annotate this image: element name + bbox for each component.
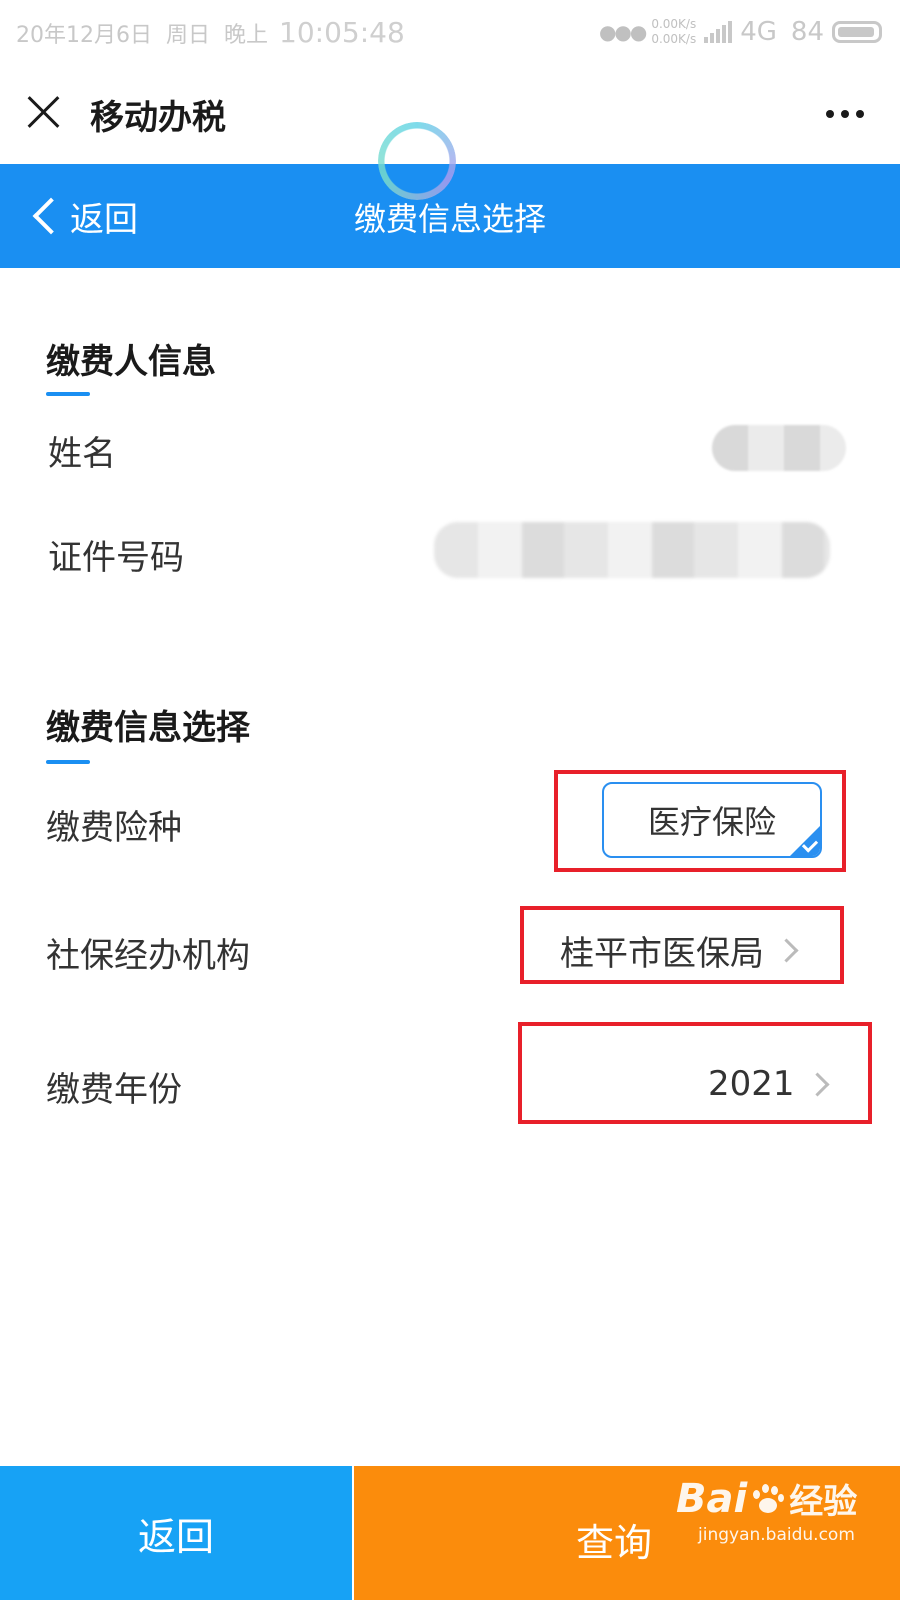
watermark-logo: Bai 经验: [676, 1474, 857, 1523]
watermark-url: jingyan.baidu.com: [698, 1525, 855, 1545]
back-button-label: 返回: [137, 1514, 214, 1559]
chevron-right-icon: [805, 1071, 830, 1097]
insurance-option-selected[interactable]: 医疗保险: [602, 782, 822, 858]
agency-select[interactable]: 桂平市医保局: [560, 926, 799, 975]
status-period: 晚上: [224, 23, 269, 48]
year-value: 2021: [708, 1064, 795, 1104]
check-corner-icon: [790, 826, 820, 856]
payer-section-title: 缴费人信息: [46, 342, 216, 382]
id-label: 证件号码: [48, 538, 184, 578]
agency-value: 桂平市医保局: [560, 934, 764, 974]
insurance-value: 医疗保险: [647, 803, 776, 841]
close-icon[interactable]: [26, 94, 62, 130]
network-type: 4G: [740, 17, 777, 47]
status-weekday: 周日: [166, 23, 211, 48]
dots-icon: ●●●: [598, 20, 647, 44]
id-value-redacted: [434, 522, 830, 578]
status-datetime: 20年12月6日 周日 晚上 10:05:48: [16, 16, 405, 49]
battery-icon: [832, 21, 882, 43]
paw-icon: [751, 1483, 785, 1514]
watermark-brand-right: 经验: [789, 1482, 858, 1522]
year-select[interactable]: 2021: [708, 1064, 830, 1104]
baidu-watermark: Bai 经验 jingyan.baidu.com: [676, 1474, 857, 1546]
status-time: 10:05:48: [279, 16, 405, 49]
watermark-brand-left: Bai: [676, 1475, 748, 1522]
section-underline: [46, 392, 90, 396]
section-underline: [46, 760, 90, 764]
net-speed-down: 0.00K/s: [651, 32, 697, 46]
back-button[interactable]: 返回: [0, 1466, 352, 1600]
payment-section-title: 缴费信息选择: [46, 708, 250, 748]
loading-spinner-icon: [378, 122, 456, 200]
status-indicators: ●●● 0.00K/s 0.00K/s 4G 84: [599, 12, 882, 52]
chevron-right-icon: [774, 938, 799, 963]
status-date: 20年12月6日: [16, 23, 152, 48]
net-speed-up: 0.00K/s: [651, 17, 697, 31]
name-label: 姓名: [48, 434, 116, 474]
signal-icon: [704, 21, 734, 43]
net-speed: 0.00K/s 0.00K/s: [651, 17, 696, 47]
status-bar: 20年12月6日 周日 晚上 10:05:48 ●●● 0.00K/s 0.00…: [0, 0, 900, 64]
year-label: 缴费年份: [46, 1070, 182, 1110]
insurance-label: 缴费险种: [46, 808, 182, 848]
app-title: 移动办税: [90, 98, 226, 138]
name-value-redacted: [712, 425, 846, 471]
page-title: 缴费信息选择: [353, 200, 546, 238]
more-icon[interactable]: [819, 110, 864, 118]
agency-label: 社保经办机构: [46, 936, 250, 976]
battery-level: 84: [790, 17, 824, 47]
query-button-label: 查询: [576, 1521, 653, 1565]
